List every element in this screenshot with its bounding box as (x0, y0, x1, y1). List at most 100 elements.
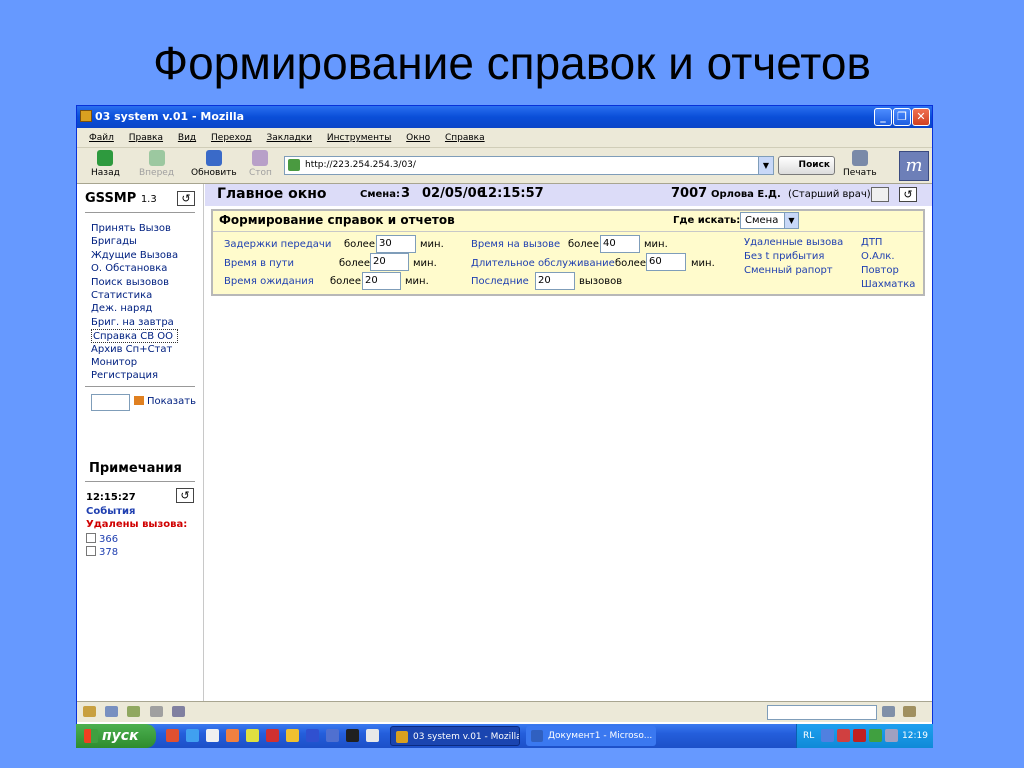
quicklaunch-icon[interactable] (326, 729, 339, 742)
address-book-icon[interactable] (172, 706, 185, 717)
sidebar-item-archive[interactable]: Архив Сп+Стат (91, 343, 178, 356)
sidebar-refresh-icon[interactable]: ↺ (177, 191, 195, 206)
tray-icon[interactable] (869, 729, 882, 742)
forward-button[interactable]: Вперед (139, 150, 174, 178)
shift-label: Смена: (360, 189, 400, 200)
url-dropdown-icon[interactable]: ▼ (758, 157, 773, 174)
quicklaunch-icon[interactable] (186, 729, 199, 742)
sidebar-item-waiting-calls[interactable]: Ждущие Вызова (91, 249, 178, 262)
oncall-input[interactable]: 40 (600, 235, 640, 253)
chat-icon[interactable] (150, 706, 163, 717)
task-mozilla[interactable]: 03 system v.01 - Mozilla (390, 726, 520, 746)
where-select[interactable]: Смена ▼ (740, 212, 799, 229)
quicklaunch-icon[interactable] (246, 729, 259, 742)
delay-link[interactable]: Задержки передачи (224, 239, 331, 250)
show-button[interactable]: Показать (134, 396, 196, 407)
menu-view[interactable]: Вид (178, 133, 196, 143)
delay-input[interactable]: 30 (376, 235, 416, 253)
quicklaunch-icon[interactable] (286, 729, 299, 742)
report-link-repeat[interactable]: Повтор (861, 265, 899, 276)
more-label: более (344, 239, 375, 250)
menu-go[interactable]: Переход (211, 133, 252, 143)
tray-icon[interactable] (853, 729, 866, 742)
menu-window[interactable]: Окно (406, 133, 430, 143)
menu-bookmarks[interactable]: Закладки (267, 133, 313, 143)
min-label: мин. (644, 239, 668, 250)
menu-file[interactable]: Файл (89, 133, 114, 143)
sidebar-item-brigades[interactable]: Бригады (91, 235, 178, 248)
printer-icon (851, 150, 868, 166)
menu-help[interactable]: Справка (445, 133, 485, 143)
report-link-alcohol[interactable]: О.Алк. (861, 251, 895, 262)
sidebar-item-search-calls[interactable]: Поиск вызовов (91, 276, 178, 289)
deleted-call-link[interactable]: 378 (86, 546, 118, 558)
sidebar-item-accept-call[interactable]: Принять Вызов (91, 222, 178, 235)
print-button[interactable]: Печать (843, 150, 877, 178)
route-link[interactable]: Время в пути (224, 258, 294, 269)
search-button[interactable]: Поиск (778, 156, 835, 175)
back-arrow-icon (97, 150, 114, 166)
sidebar-item-tomorrow[interactable]: Бриг. на завтра (91, 316, 178, 329)
last-input[interactable]: 20 (535, 272, 575, 290)
divider (85, 481, 195, 482)
maximize-button[interactable]: ❐ (893, 108, 911, 126)
user-role: (Старший врач) (788, 189, 871, 200)
composer-icon[interactable] (127, 706, 140, 717)
print-icon[interactable] (871, 187, 889, 202)
sidebar-item-duty[interactable]: Деж. наряд (91, 302, 178, 315)
user-code: 7007 (671, 186, 708, 201)
current-time: 12:15:57 (479, 186, 544, 201)
report-link-no-arrival[interactable]: Без t прибытия (744, 251, 824, 262)
chevron-down-icon: ▼ (784, 213, 798, 228)
sidebar-item-registration[interactable]: Регистрация (91, 369, 178, 382)
oncall-link[interactable]: Время на вызове (471, 239, 560, 250)
close-button[interactable]: ✕ (912, 108, 930, 126)
quicklaunch-icon[interactable] (346, 729, 359, 742)
menu-tools[interactable]: Инструменты (327, 133, 391, 143)
window-titlebar[interactable]: 03 system v.01 - Mozilla _ ❐ ✕ (77, 106, 932, 128)
sidebar-item-situation[interactable]: О. Обстановка (91, 262, 178, 275)
tray-icon[interactable] (885, 729, 898, 742)
quicklaunch-icon[interactable] (226, 729, 239, 742)
report-link-dtp[interactable]: ДТП (861, 237, 882, 248)
panel-header: Формирование справок и отчетов Где искат… (213, 211, 923, 230)
quicklaunch-icon[interactable] (366, 729, 379, 742)
list-icon (134, 396, 144, 405)
report-link-chess[interactable]: Шахматка (861, 279, 915, 290)
component-icon[interactable] (83, 706, 96, 717)
mail-icon[interactable] (105, 706, 118, 717)
quicklaunch-icon[interactable] (266, 729, 279, 742)
sidebar-item-monitor[interactable]: Монитор (91, 356, 178, 369)
show-input[interactable] (91, 394, 130, 411)
start-button[interactable]: пуск (76, 724, 156, 748)
minimize-button[interactable]: _ (874, 108, 892, 126)
quicklaunch-icon[interactable] (166, 729, 179, 742)
reload-button[interactable]: Обновить (191, 150, 237, 178)
quicklaunch-icon[interactable] (306, 729, 319, 742)
notes-refresh-icon[interactable]: ↺ (176, 488, 194, 503)
back-button[interactable]: Назад (91, 150, 120, 178)
wait-input[interactable]: 20 (362, 272, 401, 290)
report-link-shift[interactable]: Сменный рапорт (744, 265, 833, 276)
report-link-deleted[interactable]: Удаленные вызова (744, 237, 843, 248)
wait-link[interactable]: Время ожидания (224, 276, 314, 287)
stop-button[interactable]: Стоп (249, 150, 272, 178)
main-refresh-icon[interactable]: ↺ (899, 187, 917, 202)
long-service-input[interactable]: 60 (646, 253, 686, 271)
deleted-call-link[interactable]: 366 (86, 533, 118, 545)
menu-edit[interactable]: Правка (129, 133, 163, 143)
task-word[interactable]: Документ1 - Microso... (526, 726, 656, 746)
tray-icon[interactable] (821, 729, 834, 742)
language-indicator[interactable]: RL (803, 724, 814, 748)
url-input[interactable]: http://223.254.254.3/03/ ▼ (284, 156, 774, 175)
system-tray: RL 12:19 (796, 724, 933, 748)
sidebar-item-statistics[interactable]: Статистика (91, 289, 178, 302)
last-link[interactable]: Последние (471, 276, 529, 287)
main-area: Главное окно Смена: 3 02/05/06 12:15:57 … (205, 184, 932, 701)
divider (85, 386, 195, 387)
long-service-link[interactable]: Длительное обслуживание (471, 258, 615, 269)
sidebar-item-reports[interactable]: Справка СВ ОО (91, 329, 179, 343)
quicklaunch-icon[interactable] (206, 729, 219, 742)
route-input[interactable]: 20 (370, 253, 409, 271)
tray-icon[interactable] (837, 729, 850, 742)
